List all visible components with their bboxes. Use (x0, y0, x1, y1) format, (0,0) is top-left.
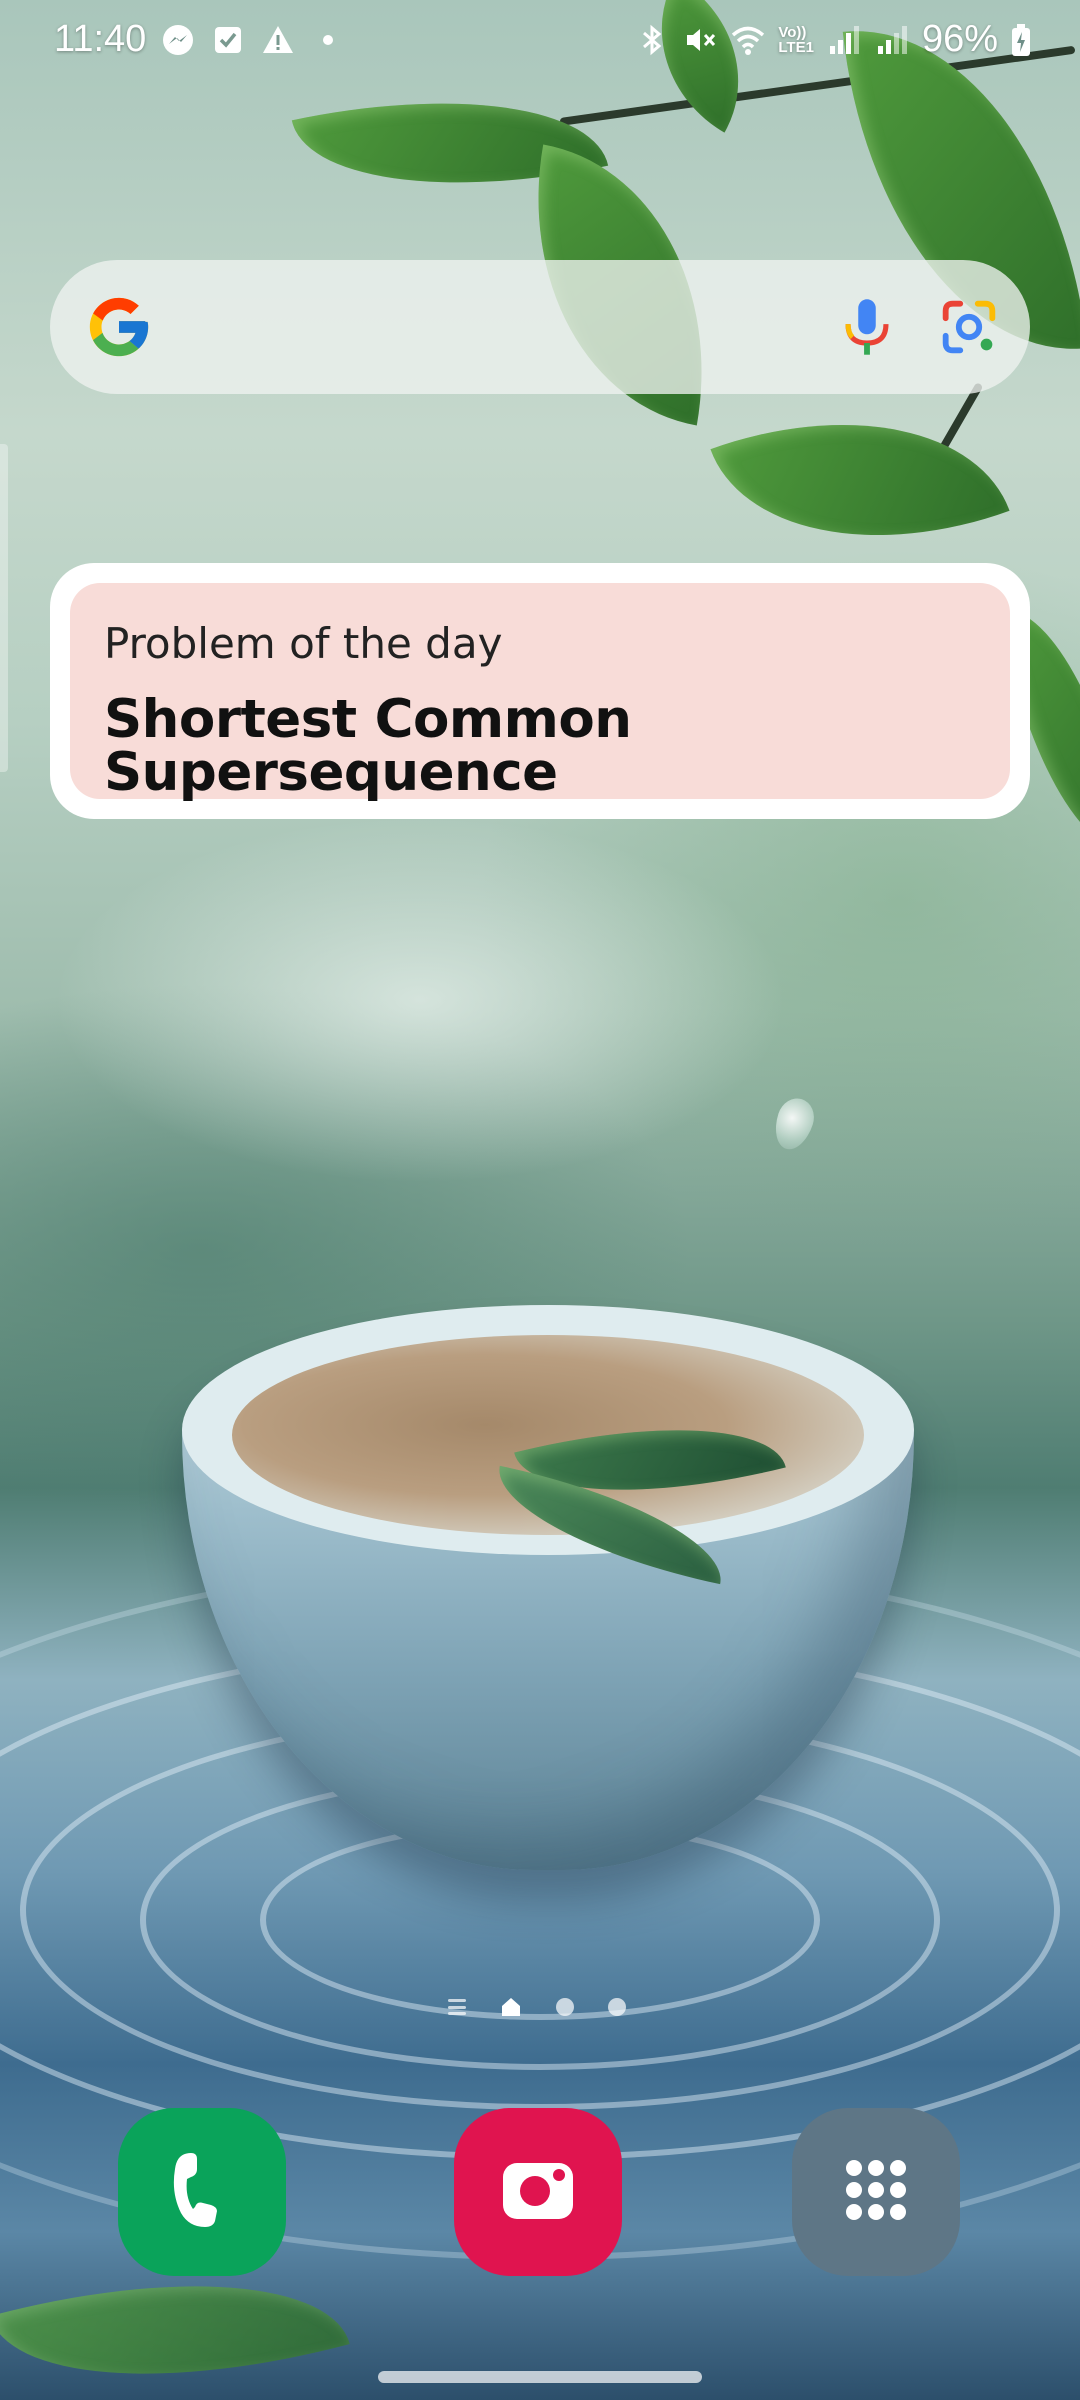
widget-title: Shortest Common Supersequence (104, 689, 632, 803)
google-search-bar[interactable] (50, 260, 1030, 394)
app-drawer-button[interactable] (792, 2108, 960, 2276)
microphone-icon[interactable] (832, 292, 902, 362)
page-dot[interactable] (556, 1998, 574, 2016)
gesture-navigation-handle[interactable] (378, 2371, 702, 2383)
widget-label: Problem of the day (104, 619, 503, 668)
signal-icon-2 (874, 22, 910, 58)
messenger-icon (160, 22, 196, 58)
edge-panel-handle[interactable] (0, 444, 8, 772)
bluetooth-icon (634, 22, 670, 58)
home-screen: 11:40 Vo)) LTE1 96% Problem of the day S… (0, 0, 1080, 2400)
camera-icon (483, 2135, 593, 2250)
widget-card[interactable]: Problem of the day Shortest Common Super… (70, 583, 1010, 799)
wifi-icon (730, 22, 766, 58)
status-bar: 11:40 Vo)) LTE1 96% (0, 0, 1080, 80)
apps-grid-icon (821, 2135, 931, 2250)
signal-icon (826, 22, 862, 58)
checkbox-notification-icon (210, 22, 246, 58)
home-icon[interactable] (500, 1996, 522, 2018)
dot-icon (310, 22, 346, 58)
mute-icon (682, 22, 718, 58)
camera-app[interactable] (454, 2108, 622, 2276)
google-lens-icon[interactable] (934, 292, 1004, 362)
menu-lines-icon[interactable] (448, 1999, 466, 2015)
warning-icon (260, 22, 296, 58)
page-dot[interactable] (608, 1998, 626, 2016)
phone-icon (147, 2135, 257, 2250)
volte-lte-icon: Vo)) LTE1 (778, 23, 814, 56)
google-logo-icon[interactable] (84, 292, 154, 362)
status-time: 11:40 (54, 18, 147, 60)
battery-percent: 96% (921, 18, 998, 60)
battery-charging-icon (1010, 22, 1032, 58)
problem-of-the-day-widget[interactable]: Problem of the day Shortest Common Super… (50, 563, 1030, 819)
phone-app[interactable] (118, 2108, 286, 2276)
page-indicator[interactable] (448, 1996, 626, 2018)
